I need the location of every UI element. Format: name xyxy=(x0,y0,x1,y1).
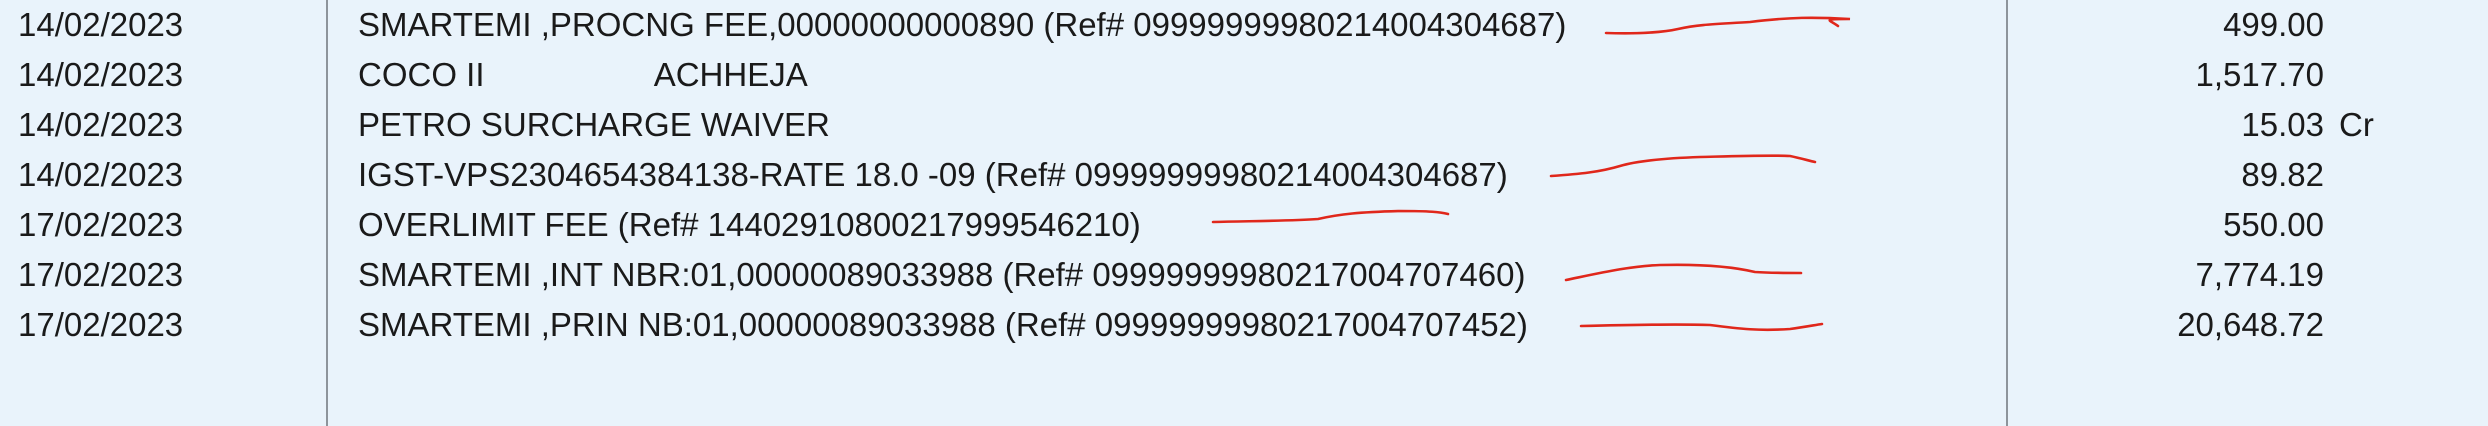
description-text: SMARTEMI ,PROCNG FEE,00000000000890 (Ref… xyxy=(358,6,1567,43)
transaction-date: 14/02/2023 xyxy=(18,6,184,43)
transaction-amount: 499.00 xyxy=(2223,6,2324,43)
description-text: SMARTEMI ,INT NBR:01,00000089033988 (Ref… xyxy=(358,256,1526,293)
transaction-description: SMARTEMI ,PRIN NB:01,00000089033988 (Ref… xyxy=(358,300,1528,350)
transaction-description: COCO II ACHHEJA xyxy=(358,50,808,100)
transaction-date: 14/02/2023 xyxy=(18,56,184,93)
transaction-date: 14/02/2023 xyxy=(18,106,184,143)
transaction-amount: 15.03 xyxy=(2241,106,2324,143)
transaction-amount: 1,517.70 xyxy=(2195,56,2324,93)
transaction-row: 14/02/2023 SMARTEMI ,PROCNG FEE,00000000… xyxy=(0,0,2488,50)
transaction-row: 14/02/2023 IGST-VPS2304654384138-RATE 18… xyxy=(0,150,2488,200)
description-text: COCO II xyxy=(358,56,485,93)
transaction-row: 17/02/2023 OVERLIMIT FEE (Ref# 144029108… xyxy=(0,200,2488,250)
transaction-description: PETRO SURCHARGE WAIVER xyxy=(358,100,830,150)
transaction-date: 17/02/2023 xyxy=(18,206,184,243)
transaction-description: OVERLIMIT FEE (Ref# 14402910800217999546… xyxy=(358,200,1141,250)
transaction-row: 14/02/2023 PETRO SURCHARGE WAIVER 15.03 … xyxy=(0,100,2488,150)
description-text: OVERLIMIT FEE (Ref# 14402910800217999546… xyxy=(358,206,1141,243)
transaction-description: SMARTEMI ,INT NBR:01,00000089033988 (Ref… xyxy=(358,250,1525,300)
description-location: ACHHEJA xyxy=(653,56,808,93)
transaction-date: 17/02/2023 xyxy=(18,256,184,293)
transaction-date: 14/02/2023 xyxy=(18,156,184,193)
statement-table: 14/02/2023 SMARTEMI ,PROCNG FEE,00000000… xyxy=(0,0,2488,426)
transaction-description: IGST-VPS2304654384138-RATE 18.0 -09 (Ref… xyxy=(358,150,1508,200)
credit-indicator: Cr xyxy=(2339,106,2374,143)
description-text: SMARTEMI ,PRIN NB:01,00000089033988 (Ref… xyxy=(358,306,1528,343)
description-text: IGST-VPS2304654384138-RATE 18.0 -09 (Ref… xyxy=(358,156,1508,193)
transaction-amount: 89.82 xyxy=(2241,156,2324,193)
transaction-row: 14/02/2023 COCO II ACHHEJA 1,517.70 xyxy=(0,50,2488,100)
transaction-amount: 20,648.72 xyxy=(2177,306,2324,343)
transaction-amount: 550.00 xyxy=(2223,206,2324,243)
transaction-row: 17/02/2023 SMARTEMI ,PRIN NB:01,00000089… xyxy=(0,300,2488,350)
transaction-row: 17/02/2023 SMARTEMI ,INT NBR:01,00000089… xyxy=(0,250,2488,300)
description-text: PETRO SURCHARGE WAIVER xyxy=(358,106,830,143)
transaction-amount: 7,774.19 xyxy=(2195,256,2324,293)
transaction-description: SMARTEMI ,PROCNG FEE,00000000000890 (Ref… xyxy=(358,0,1566,50)
transaction-date: 17/02/2023 xyxy=(18,306,184,343)
